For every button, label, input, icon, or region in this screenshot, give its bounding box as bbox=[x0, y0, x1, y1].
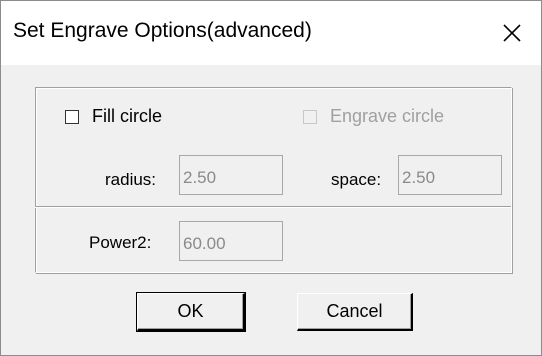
engrave-circle-option: Engrave circle bbox=[303, 106, 444, 127]
space-input[interactable] bbox=[398, 155, 502, 195]
title-bar[interactable]: Set Engrave Options(advanced) bbox=[1, 1, 541, 65]
close-icon bbox=[491, 13, 533, 53]
group-separator bbox=[35, 206, 511, 208]
fill-circle-checkbox[interactable] bbox=[65, 109, 79, 124]
ok-button[interactable]: OK bbox=[136, 292, 246, 332]
radius-label: radius: bbox=[105, 170, 157, 189]
dialog-window: Set Engrave Options(advanced) Fill circl… bbox=[0, 0, 542, 356]
power2-label: Power2: bbox=[89, 233, 152, 252]
radius-input[interactable] bbox=[179, 155, 283, 195]
close-button[interactable] bbox=[491, 13, 533, 53]
engrave-circle-label: Engrave circle bbox=[330, 106, 445, 126]
engrave-circle-checkbox bbox=[303, 109, 317, 124]
space-label: space: bbox=[331, 170, 382, 189]
dialog-title: Set Engrave Options(advanced) bbox=[13, 19, 312, 42]
power2-input[interactable] bbox=[179, 221, 283, 261]
fill-circle-option[interactable]: Fill circle bbox=[65, 106, 162, 127]
cancel-button[interactable]: Cancel bbox=[297, 293, 413, 331]
fill-circle-label: Fill circle bbox=[92, 106, 162, 126]
